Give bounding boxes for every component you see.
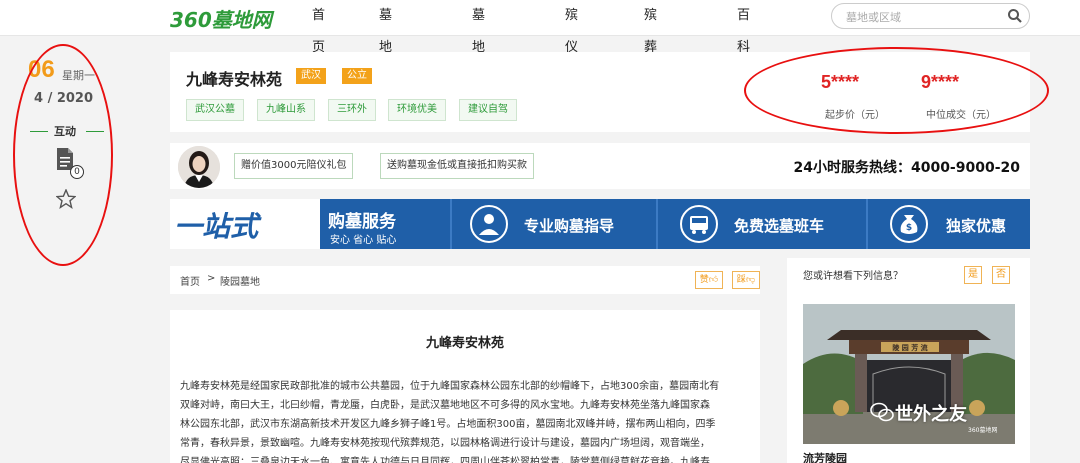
- cemetery-info-card: 九峰寿安林苑 武汉 公立 武汉公墓 九峰山系 三环外 环境优美 建议自驾: [170, 52, 770, 132]
- money-bag-icon: $: [890, 205, 928, 243]
- no-button[interactable]: 否: [992, 266, 1010, 284]
- article-body: 九峰寿安林苑是经国家民政部批准的城市公共墓园，位于九峰国家森林公园东北部的纱帽峰…: [180, 377, 755, 463]
- article-line: 林公园东北部，武汉市东湖高新技术开发区九峰乡狮子峰1号。占地面积300亩，墓园南…: [180, 419, 716, 430]
- feature-tag[interactable]: 九峰山系: [257, 99, 315, 121]
- article-line: 常青，春秋异景，景致幽喧。九峰寿安林苑按现代殡葬规范，以园林格调进行设计与建设，…: [180, 438, 710, 449]
- svg-text:$: $: [906, 223, 912, 233]
- dislike-button[interactable]: 踩👎︎: [732, 271, 760, 289]
- bus-icon: [680, 205, 718, 243]
- tag-city[interactable]: 武汉: [296, 68, 326, 84]
- site-logo[interactable]: 360墓地网: [170, 4, 272, 33]
- divider: [656, 199, 658, 249]
- banner-item-discount: 独家优惠: [946, 217, 1007, 235]
- feature-tag[interactable]: 武汉公墓: [186, 99, 244, 121]
- breadcrumb-home[interactable]: 首页: [180, 273, 200, 288]
- one-stop-service-banner[interactable]: 一站式 购墓服务 安心 省心 贴心 专业购墓指导 免费选墓班车 $ 独家优惠: [170, 199, 1030, 249]
- divider: [450, 199, 452, 249]
- breadcrumb-separator: >: [207, 273, 216, 284]
- like-label: 赞: [699, 275, 709, 285]
- breadcrumb: 首页 > 陵园墓地 赞👍︎ 踩👎︎: [170, 266, 760, 294]
- feature-tag[interactable]: 建议自驾: [459, 99, 517, 121]
- search-input[interactable]: 墓地或区域: [846, 9, 901, 25]
- article-line: 双峰对峙，南曰大王，北曰纱帽，青龙蜃，白虎卧，是武汉墓地地区不可多得的风水宝地。…: [180, 400, 710, 411]
- divider: [866, 199, 868, 249]
- thumbs-up-icon: 👍︎: [708, 275, 719, 285]
- watermark-sub: 360墓地网: [968, 427, 998, 434]
- banner-main-panel: 一站式: [170, 199, 320, 249]
- watermark-text: 世外之友: [895, 404, 967, 425]
- article-title: 九峰寿安林苑: [425, 336, 504, 351]
- tag-type[interactable]: 公立: [342, 68, 372, 84]
- consultant-row: 赠价值3000元陪仪礼包 送购墓现金低或直接抵扣购买款 24小时服务热线：400…: [170, 143, 1030, 189]
- gate-sign: 陵 园 芳 流: [892, 343, 927, 352]
- dislike-label: 踩: [736, 275, 746, 285]
- banner-service: 购墓服务 安心 省心 贴心: [320, 199, 440, 249]
- feature-tag[interactable]: 环境优美: [388, 99, 446, 121]
- banner-service-sub: 安心 省心 贴心: [330, 235, 397, 246]
- promo-cashback[interactable]: 送购墓现金低或直接抵扣购买款: [380, 153, 534, 179]
- yes-button[interactable]: 是: [964, 266, 982, 284]
- top-header: 360墓地网 首页 墓地陵园 墓地地图 殡仪馆 殡葬服务 百科 墓地或区域: [0, 0, 1080, 119]
- article-line: 尽显佛光高照：三叠泉边天水一色、寓意先人功德与日月同辉，四周山伴苍松翠柏常青，陵…: [180, 457, 710, 463]
- annotation-ring-price: [744, 47, 1049, 134]
- breadcrumb-current[interactable]: 陵园墓地: [220, 273, 260, 288]
- consultant-avatar[interactable]: [178, 146, 220, 188]
- search-icon[interactable]: [1007, 8, 1023, 24]
- suggestion-question: 您或许想看下列信息？: [803, 271, 903, 282]
- thumbs-down-icon: 👎︎: [745, 275, 756, 285]
- feature-tag[interactable]: 三环外: [328, 99, 376, 121]
- article-panel: 九峰寿安林苑 九峰寿安林苑是经国家民政部批准的城市公共墓园，位于九峰国家森林公园…: [170, 310, 760, 463]
- service-hotline: 24小时服务热线：4000-9000-20: [793, 160, 1020, 176]
- article-line: 九峰寿安林苑是经国家民政部批准的城市公共墓园，位于九峰国家森林公园东北部的纱帽峰…: [180, 381, 720, 392]
- banner-service-title: 购墓服务: [328, 212, 396, 232]
- wechat-icon: [870, 402, 894, 422]
- banner-item-shuttle: 免费选墓班车: [734, 217, 825, 235]
- cemetery-name: 九峰寿安林苑: [186, 70, 283, 89]
- annotation-ring-left: [13, 44, 113, 266]
- search-box[interactable]: 墓地或区域: [831, 3, 1030, 29]
- person-icon: [470, 205, 508, 243]
- photo-caption[interactable]: 流芳陵园: [803, 450, 847, 463]
- banner-main-text: 一站式: [174, 210, 259, 243]
- promo-gift[interactable]: 赠价值3000元陪仪礼包: [234, 153, 354, 179]
- like-button[interactable]: 赞👍︎: [695, 271, 723, 289]
- banner-item-guide: 专业购墓指导: [524, 217, 615, 235]
